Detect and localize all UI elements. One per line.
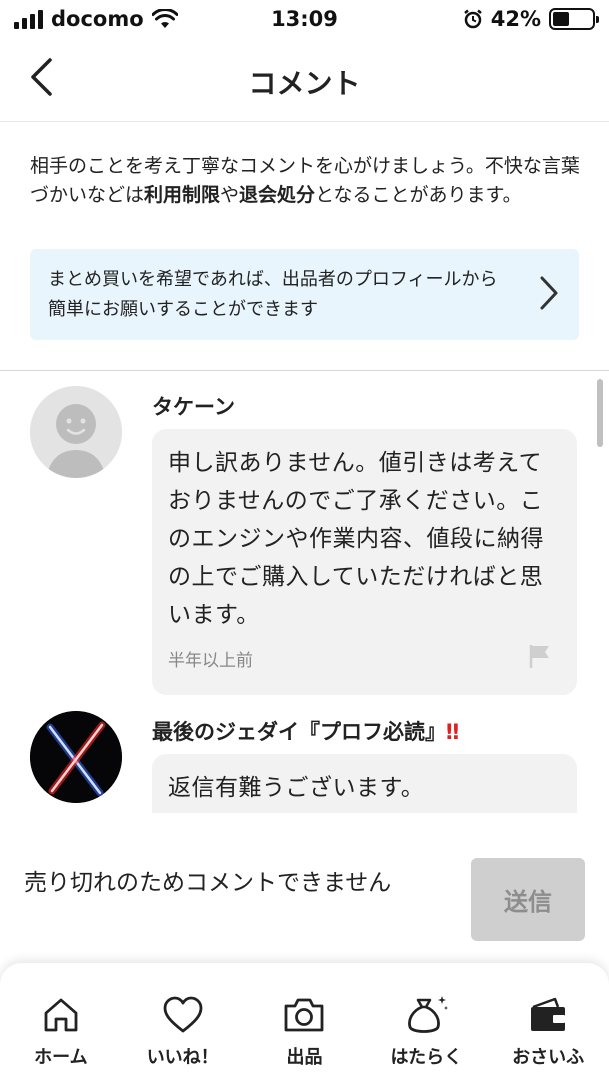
tab-wallet[interactable]: おさいふ xyxy=(487,963,609,1080)
avatar[interactable] xyxy=(30,711,122,803)
battery-icon xyxy=(549,8,599,30)
tab-sell[interactable]: 出品 xyxy=(244,963,366,1080)
scrollbar[interactable] xyxy=(597,379,603,447)
double-exclamation-icon: ‼ xyxy=(446,720,460,744)
comment-username[interactable]: 最後のジェダイ『プロフ必読』‼ xyxy=(152,716,459,746)
home-icon xyxy=(44,998,78,1032)
avatar[interactable] xyxy=(30,386,122,478)
flag-icon[interactable] xyxy=(529,643,551,669)
bundle-banner-text: まとめ買いを希望であれば、出品者のプロフィールから簡単にお願いすることができます xyxy=(48,269,498,320)
comment-username-text: 最後のジェダイ『プロフ必読』 xyxy=(152,720,446,744)
tab-label: 出品 xyxy=(286,1047,323,1068)
sold-out-message: 売り切れのためコメントできません xyxy=(24,870,392,896)
notice-text-3: となることがあります。 xyxy=(315,184,522,206)
tab-label: はたらく xyxy=(390,1047,463,1068)
page-title: コメント xyxy=(248,67,361,100)
status-bar: docomo 13:09 42% xyxy=(0,0,609,40)
wallet-icon xyxy=(531,997,566,1031)
comment-bubble: 申し訳ありません。値引きは考えておりませんのでご了承ください。このエンジンや作業… xyxy=(152,429,577,695)
comment-timestamp: 半年以上前 xyxy=(168,651,253,671)
camera-icon xyxy=(285,998,324,1032)
page-header: コメント xyxy=(0,40,609,122)
tab-label: おさいふ xyxy=(512,1047,585,1068)
bottom-tab-bar: ホーム いいね！ 出品 はたらく おさいふ xyxy=(0,963,609,1080)
comment-guidelines-notice: 相手のことを考え丁寧なコメントを心がけましょう。不快な言葉づかいなどは利用制限や… xyxy=(30,152,580,210)
crossed-lightsabers-icon xyxy=(30,711,122,803)
tab-label: ホーム xyxy=(34,1047,88,1068)
comment-text: 返信有難うございます。 xyxy=(168,775,425,801)
comment-bubble: 返信有難うございます。 xyxy=(152,754,577,813)
notice-bold-usage-restriction: 利用制限 xyxy=(144,184,221,206)
tab-likes[interactable]: いいね！ xyxy=(122,963,244,1080)
money-bag-icon xyxy=(408,996,449,1033)
comment-username[interactable]: タケーン xyxy=(152,391,235,421)
tab-label: いいね！ xyxy=(146,1047,219,1068)
notice-text-2: や xyxy=(220,184,240,206)
default-avatar-icon xyxy=(30,386,122,478)
chevron-right-icon xyxy=(540,276,558,310)
alarm-icon xyxy=(463,9,482,29)
status-right: 42% xyxy=(463,7,599,31)
notice-bold-account-deletion: 退会処分 xyxy=(239,184,316,206)
send-button[interactable]: 送信 xyxy=(471,858,585,941)
comment-compose-area: 売り切れのためコメントできません 送信 xyxy=(0,813,609,963)
heart-icon xyxy=(163,996,203,1033)
tab-home[interactable]: ホーム xyxy=(0,963,122,1080)
tab-work[interactable]: はたらく xyxy=(365,963,487,1080)
battery-level xyxy=(553,12,569,26)
bundle-purchase-banner[interactable]: まとめ買いを希望であれば、出品者のプロフィールから簡単にお願いすることができます xyxy=(30,249,579,340)
battery-percent: 42% xyxy=(490,7,541,31)
comment-list[interactable]: タケーン 申し訳ありません。値引きは考えておりませんのでご了承ください。このエン… xyxy=(0,370,609,813)
comment-text: 申し訳ありません。値引きは考えておりませんのでご了承ください。このエンジンや作業… xyxy=(168,450,544,628)
